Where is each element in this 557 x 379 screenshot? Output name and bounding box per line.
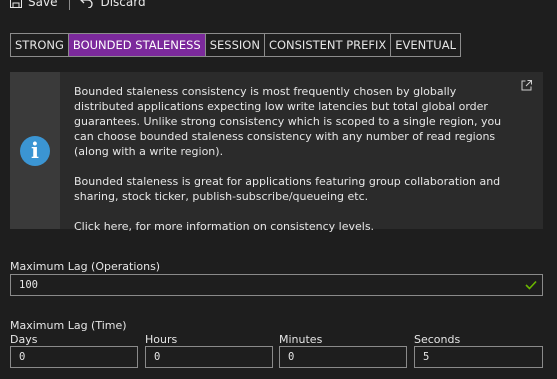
info-paragraph-2: Bounded staleness is great for applicati…: [74, 175, 501, 203]
minutes-label: Minutes: [279, 333, 323, 346]
consistency-option-consistent-prefix[interactable]: CONSISTENT PREFIX: [265, 34, 392, 56]
days-input[interactable]: 0: [10, 346, 138, 368]
undo-icon: [80, 0, 94, 8]
save-label: Save: [28, 0, 58, 9]
info-panel-icon-column: i: [10, 72, 60, 229]
consistency-info-link[interactable]: Click here, for more information on cons…: [74, 219, 519, 234]
minutes-value: 0: [288, 351, 295, 363]
max-lag-operations-label: Maximum Lag (Operations): [10, 260, 161, 273]
checkmark-icon: [525, 280, 537, 290]
external-link-icon[interactable]: [521, 80, 532, 91]
seconds-value: 5: [423, 351, 430, 363]
max-lag-operations-input[interactable]: 100: [10, 274, 543, 296]
info-icon: i: [20, 136, 50, 166]
days-value: 0: [19, 351, 26, 363]
consistency-option-session[interactable]: SESSION: [206, 34, 265, 56]
toolbar-separator: [69, 0, 71, 10]
info-paragraph-1: Bounded staleness consistency is most fr…: [74, 85, 502, 158]
consistency-option-eventual[interactable]: EVENTUAL: [391, 34, 460, 56]
max-lag-operations-value: 100: [19, 279, 38, 291]
consistency-option-strong[interactable]: STRONG: [11, 34, 69, 56]
seconds-input[interactable]: 5: [414, 346, 543, 368]
save-icon: [10, 0, 22, 8]
info-text: Bounded staleness consistency is most fr…: [74, 84, 519, 234]
hours-input[interactable]: 0: [145, 346, 273, 368]
info-panel: i Bounded staleness consistency is most …: [10, 72, 543, 233]
hours-value: 0: [154, 351, 161, 363]
command-bar: Save Discard: [0, 0, 557, 14]
discard-button[interactable]: Discard: [80, 0, 146, 9]
minutes-input[interactable]: 0: [279, 346, 407, 368]
hours-label: Hours: [145, 333, 178, 346]
consistency-option-bounded-staleness[interactable]: BOUNDED STALENESS: [68, 34, 206, 56]
save-button[interactable]: Save: [10, 0, 57, 8]
seconds-label: Seconds: [414, 333, 461, 346]
days-label: Days: [10, 333, 38, 346]
discard-label: Discard: [100, 0, 146, 9]
max-lag-time-label: Maximum Lag (Time): [10, 319, 127, 332]
consistency-level-selector: STRONG BOUNDED STALENESS SESSION CONSIST…: [10, 33, 461, 57]
